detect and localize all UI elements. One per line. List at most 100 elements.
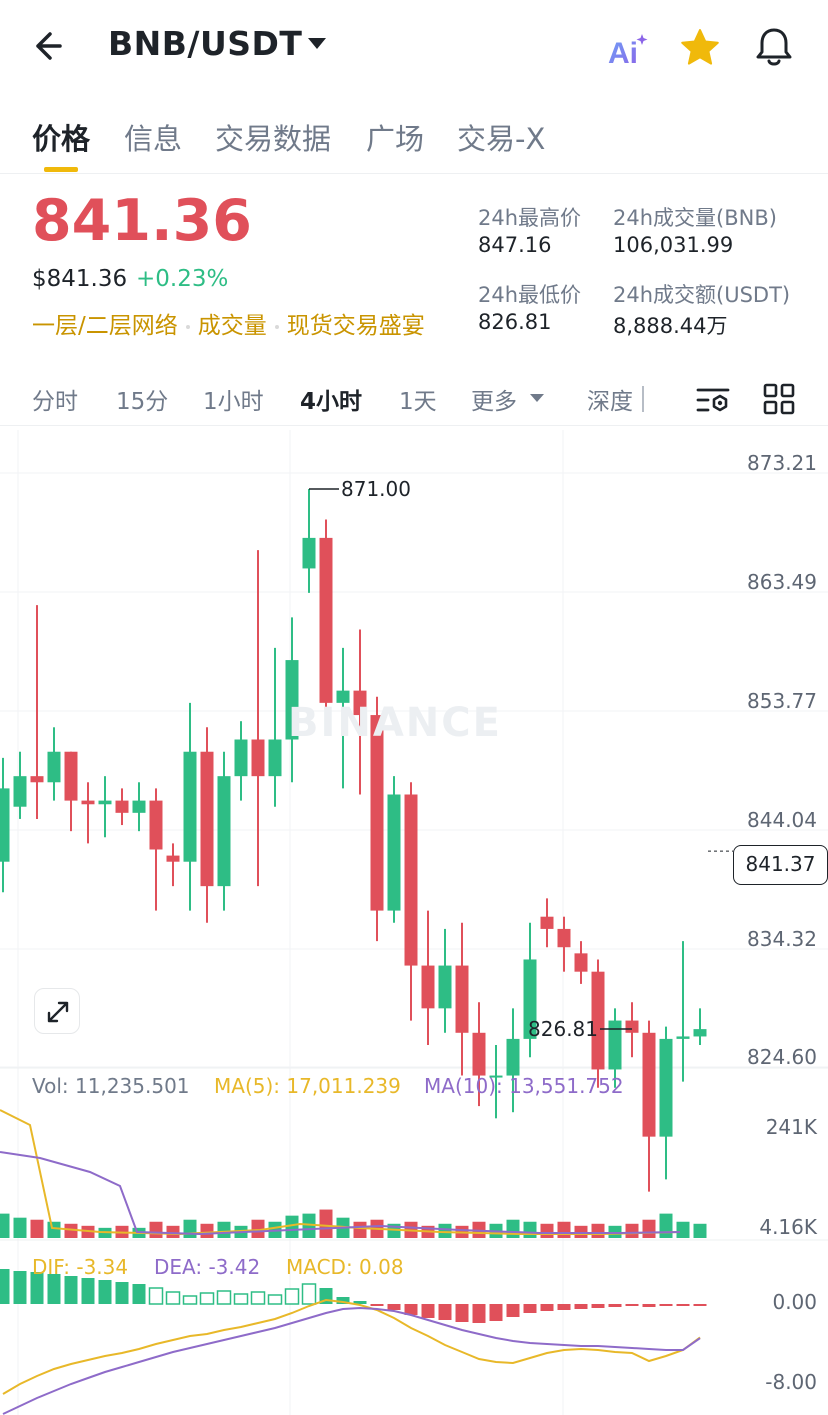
- macd-histogram-bar: [693, 1304, 707, 1306]
- macd-histogram-bar: [642, 1304, 656, 1307]
- macd-histogram-bar: [455, 1304, 469, 1322]
- candle-body: [234, 739, 248, 777]
- macd-histogram-bar: [574, 1304, 588, 1309]
- candle-body: [506, 1038, 520, 1076]
- macd-histogram-bar: [233, 1293, 249, 1305]
- macd-histogram-bar: [625, 1304, 639, 1306]
- macd-legend-macd: MACD: 0.08: [286, 1255, 404, 1279]
- volume-legend-ma5: MA(5): 17,011.239: [214, 1074, 401, 1098]
- macd-histogram-bar: [148, 1287, 164, 1305]
- volume-bar: [183, 1219, 197, 1238]
- macd-histogram-bar: [387, 1304, 401, 1310]
- volume-bar: [625, 1223, 639, 1238]
- price-axis-label: 863.49: [747, 570, 817, 594]
- volume-bar: [506, 1219, 520, 1238]
- macd-dea-line: [2, 1306, 701, 1415]
- macd-histogram-bar: [81, 1278, 95, 1304]
- candle-body: [676, 1036, 690, 1039]
- fullscreen-expand-button[interactable]: [34, 988, 80, 1034]
- candle-body: [557, 928, 571, 948]
- volume-bar: [149, 1221, 163, 1238]
- macd-legend-dif: DIF: -3.34: [32, 1255, 129, 1279]
- macd-axis-label: 0.00: [772, 1290, 817, 1314]
- volume-legend-ma10: MA(10): 13,551.752: [424, 1074, 624, 1098]
- macd-histogram-bar: [98, 1280, 112, 1304]
- macd-histogram-bar: [250, 1291, 266, 1305]
- candle-body: [659, 1038, 673, 1137]
- candle-body: [217, 776, 231, 887]
- macd-histogram-bar: [0, 1269, 10, 1304]
- macd-histogram-bar: [540, 1304, 554, 1311]
- macd-axis-label: -8.00: [765, 1370, 817, 1394]
- candle-body: [13, 776, 27, 807]
- expand-arrows-icon: [47, 1001, 69, 1023]
- candle-body: [81, 800, 95, 805]
- price-axis-label: 873.21: [747, 451, 817, 475]
- volume-bar: [693, 1223, 707, 1238]
- candle-body: [574, 953, 588, 972]
- macd-histogram-bar: [199, 1292, 215, 1305]
- macd-histogram-bar: [523, 1304, 537, 1313]
- price-axis-label: 853.77: [747, 689, 817, 713]
- candle-body: [319, 537, 333, 703]
- macd-histogram-bar: [165, 1291, 181, 1305]
- volume-bar: [574, 1225, 588, 1238]
- volume-legend-vol: Vol: 11,235.501: [32, 1074, 190, 1098]
- current-price-tag: 841.37: [733, 845, 828, 885]
- macd-histogram-bar: [132, 1284, 146, 1304]
- volume-bar: [659, 1213, 673, 1238]
- macd-histogram-bar: [284, 1288, 300, 1305]
- candle-body: [200, 751, 214, 887]
- macd-histogram-bar: [557, 1304, 571, 1310]
- macd-histogram-bar: [370, 1304, 384, 1306]
- macd-histogram-bar: [64, 1276, 78, 1304]
- macd-histogram-bar: [676, 1304, 690, 1306]
- volume-bar: [0, 1213, 10, 1238]
- macd-histogram-bar: [438, 1304, 452, 1320]
- candle-body: [625, 1020, 639, 1033]
- candle-body: [693, 1029, 707, 1037]
- volume-bar: [523, 1221, 537, 1238]
- candle-body: [438, 965, 452, 1009]
- candle-body: [115, 800, 129, 813]
- volume-bar: [217, 1221, 231, 1238]
- candle-body: [0, 788, 10, 862]
- candle-body: [421, 965, 435, 1009]
- macd-histogram-bar: [115, 1282, 129, 1304]
- volume-axis-label: 241K: [766, 1115, 818, 1139]
- volume-bar: [540, 1223, 554, 1238]
- volume-bar: [166, 1225, 180, 1238]
- volume-bar: [676, 1221, 690, 1238]
- candle-body: [30, 776, 44, 783]
- candle-body: [166, 855, 180, 862]
- price-axis-label: 824.60: [747, 1045, 817, 1069]
- candle-body: [540, 916, 554, 929]
- candle-body: [404, 794, 418, 966]
- price-axis-label: 834.32: [747, 927, 817, 951]
- candle-body: [642, 1032, 656, 1137]
- volume-bar: [319, 1209, 333, 1238]
- binance-watermark: BINANCE: [288, 700, 502, 746]
- volume-axis-label: 4.16K: [759, 1215, 818, 1239]
- volume-bar: [200, 1223, 214, 1238]
- macd-legend-dea: DEA: -3.42: [154, 1255, 261, 1279]
- macd-histogram-bar: [182, 1295, 198, 1305]
- candle-body: [183, 751, 197, 862]
- candle-body: [98, 800, 112, 805]
- candle-body: [608, 1020, 622, 1070]
- low-marker-label: 826.81: [528, 1017, 598, 1041]
- volume-bar: [47, 1221, 61, 1238]
- candle-body: [47, 751, 61, 783]
- candle-body: [64, 751, 78, 801]
- volume-bar: [438, 1223, 452, 1238]
- macd-histogram-bar: [489, 1304, 503, 1321]
- candle-body: [455, 965, 469, 1033]
- macd-histogram-bar: [506, 1304, 520, 1317]
- macd-histogram-bar: [421, 1304, 435, 1318]
- macd-histogram-bar: [267, 1294, 283, 1305]
- candle-body: [268, 739, 282, 777]
- candle-body: [132, 800, 146, 813]
- volume-bar: [30, 1219, 44, 1238]
- price-axis-label: 844.04: [747, 808, 817, 832]
- candle-body: [149, 800, 163, 850]
